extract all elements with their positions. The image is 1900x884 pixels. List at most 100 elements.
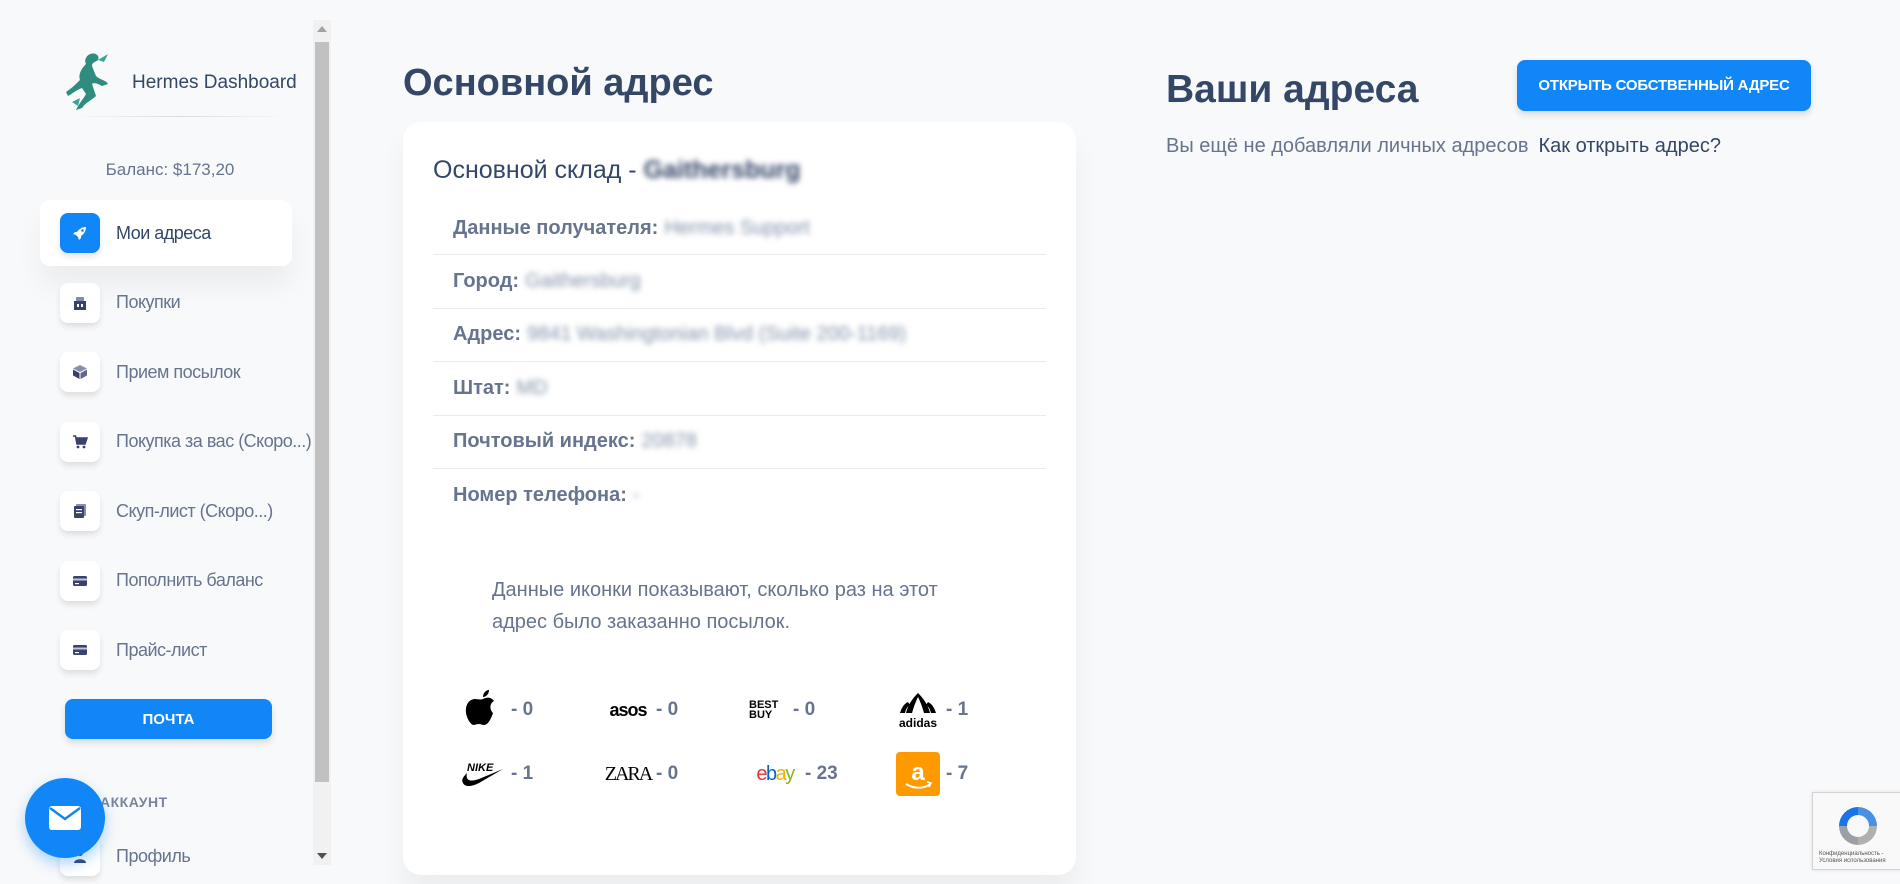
- brand-item-apple: - 0: [459, 687, 604, 733]
- row-label: Данные получателя:: [453, 216, 659, 239]
- brand-name: Hermes Dashboard: [132, 72, 297, 93]
- brand-count: - 0: [793, 699, 816, 720]
- open-own-address-button[interactable]: ОТКРЫТЬ СОБСТВЕННЫЙ АДРЕС: [1517, 60, 1811, 111]
- ebay-letter-y: y: [785, 762, 795, 785]
- empty-addresses-message: Вы ещё не добавляли личных адресов Как от…: [1166, 135, 1721, 158]
- how-to-open-address-link[interactable]: Как открыть адрес?: [1538, 135, 1720, 157]
- amazon-logo-icon: a: [894, 751, 942, 797]
- cart-icon: [60, 421, 100, 462]
- brand-item-ebay: ebay - 23: [749, 751, 894, 797]
- sidebar-item-purchases[interactable]: Покупки: [40, 270, 292, 336]
- row-label: Номер телефона:: [453, 484, 627, 507]
- primary-address-card: Основной склад - Gaithersburg Данные пол…: [403, 122, 1076, 875]
- adidas-wordmark: adidas: [898, 716, 937, 730]
- address-row-recipient: Данные получателя: Hermes Support: [433, 202, 1046, 256]
- brand-order-counts: - 0 asos - 0 BEST BUY - 0 adidas - 1 NIK…: [459, 687, 1039, 797]
- brand-count: - 7: [946, 763, 969, 784]
- adidas-logo-icon: adidas: [894, 687, 942, 733]
- row-value[interactable]: Gaithersburg: [525, 270, 641, 293]
- brand-item-asos: asos - 0: [604, 687, 749, 733]
- account-heading: АККАУНТ: [100, 794, 168, 810]
- shop-icon: [60, 282, 100, 323]
- row-value[interactable]: 20878: [641, 430, 697, 453]
- brand-item-zara: ZARA - 0: [604, 751, 749, 797]
- sidebar-item-label: Прием посылок: [116, 361, 241, 382]
- address-row-state: Штат: MD: [433, 362, 1046, 416]
- row-value[interactable]: MD: [516, 377, 547, 400]
- empty-addresses-text: Вы ещё не добавляли личных адресов: [1166, 135, 1529, 157]
- sidebar-item-label: Покупка за вас (Скоро...): [116, 431, 312, 451]
- sidebar-scrollbar[interactable]: [313, 20, 331, 865]
- brand-item-adidas: adidas - 1: [894, 687, 1039, 733]
- page-title: Основной адрес: [403, 62, 714, 104]
- sidebar-item-price-list[interactable]: Прайс-лист: [40, 617, 292, 683]
- brand-item-amazon: a - 7: [894, 751, 1039, 797]
- brand-count: - 1: [946, 699, 969, 720]
- box-icon: [60, 352, 100, 392]
- row-label: Город:: [453, 270, 520, 293]
- recaptcha-terms[interactable]: Конфиденциальность - Условия использован…: [1819, 851, 1900, 865]
- document-icon: [60, 491, 100, 531]
- sidebar-item-label: Мои адреса: [116, 222, 211, 243]
- zara-logo-icon: ZARA: [604, 762, 653, 785]
- address-row-city: Город: Gaithersburg: [433, 255, 1046, 309]
- sidebar-item-label: Покупки: [116, 292, 181, 312]
- svg-text:NIKE: NIKE: [467, 762, 494, 774]
- warehouse-title-value: Gaithersburg: [643, 156, 801, 184]
- ebay-logo-icon: ebay: [749, 751, 801, 797]
- sidebar-item-label: Скуп-лист (Скоро...): [116, 500, 273, 521]
- scroll-down-arrow-icon[interactable]: [317, 853, 327, 859]
- warehouse-title-prefix: Основной склад -: [433, 156, 644, 184]
- recaptcha-badge[interactable]: Конфиденциальность - Условия использован…: [1812, 792, 1900, 870]
- apple-logo-icon: [459, 687, 507, 733]
- brand[interactable]: Hermes Dashboard: [62, 50, 297, 116]
- credit-card-icon: [60, 630, 100, 670]
- hermes-logo-icon: [66, 53, 108, 110]
- row-label: Почтовый индекс:: [453, 430, 636, 453]
- balance-text: Баланс: $173,20: [105, 160, 235, 179]
- brand-count: - 1: [511, 763, 534, 784]
- your-addresses-title: Ваши адреса: [1166, 68, 1419, 111]
- address-row-phone: Номер телефона: -: [433, 469, 1046, 522]
- sidebar-nav: Мои адреса Покупки Прием посылок Покупка…: [40, 200, 312, 687]
- mail-fab-button[interactable]: [25, 778, 105, 858]
- address-row-street: Адрес: 9841 Washingtonian Blvd (Suite 20…: [433, 309, 1046, 363]
- brand-item-bestbuy: BEST BUY - 0: [749, 687, 894, 733]
- brand-item-nike: NIKE - 1: [459, 751, 604, 797]
- row-value[interactable]: Hermes Support: [664, 217, 810, 240]
- address-row-zip: Почтовый индекс: 20878: [433, 416, 1046, 469]
- address-details: Данные получателя: Hermes Support Город:…: [433, 202, 1046, 522]
- sidebar-item-buy-for-you[interactable]: Покупка за вас (Скоро...): [40, 409, 312, 475]
- scroll-thumb[interactable]: [315, 42, 329, 782]
- sidebar-item-buy-list[interactable]: Скуп-лист (Скоро...): [40, 478, 292, 544]
- scroll-up-arrow-icon[interactable]: [317, 26, 327, 32]
- brand-count: - 0: [511, 699, 534, 720]
- asos-logo-icon: asos: [609, 699, 647, 720]
- sidebar-item-top-up-balance[interactable]: Пополнить баланс: [40, 548, 292, 614]
- warehouse-title: Основной склад - Gaithersburg: [433, 156, 801, 185]
- sidebar-item-label: Прайс-лист: [116, 639, 207, 660]
- sidebar-item-label: Профиль: [116, 845, 191, 866]
- ebay-letter-b: b: [765, 762, 777, 785]
- rocket-icon: [60, 213, 100, 253]
- credit-card-icon: [60, 560, 100, 601]
- ebay-letter-e: e: [756, 762, 767, 785]
- envelope-icon: [49, 806, 81, 830]
- ebay-letter-a: a: [775, 762, 787, 785]
- brand-count: - 0: [656, 699, 679, 720]
- sidebar-item-label: Пополнить баланс: [116, 570, 263, 590]
- sidebar-item-my-addresses[interactable]: Мои адреса: [40, 200, 292, 266]
- brand-count: - 0: [656, 763, 679, 784]
- recaptcha-icon: [1839, 807, 1877, 845]
- sidebar: Hermes Dashboard Баланс: $173,20 Мои адр…: [0, 0, 312, 884]
- sidebar-item-parcel-receiving[interactable]: Прием посылок: [40, 339, 292, 405]
- brand-icons-info: Данные иконки показывают, сколько раз на…: [492, 579, 938, 633]
- row-value[interactable]: 9841 Washingtonian Blvd (Suite 200-1169): [527, 323, 906, 346]
- brand-count: - 23: [805, 763, 838, 784]
- mail-button[interactable]: ПОЧТА: [65, 699, 272, 739]
- row-value[interactable]: -: [633, 484, 640, 507]
- row-label: Адрес:: [453, 323, 521, 346]
- bestbuy-logo-icon: BEST BUY: [749, 699, 779, 721]
- nike-logo-icon: NIKE: [459, 751, 507, 797]
- row-label: Штат:: [453, 376, 511, 399]
